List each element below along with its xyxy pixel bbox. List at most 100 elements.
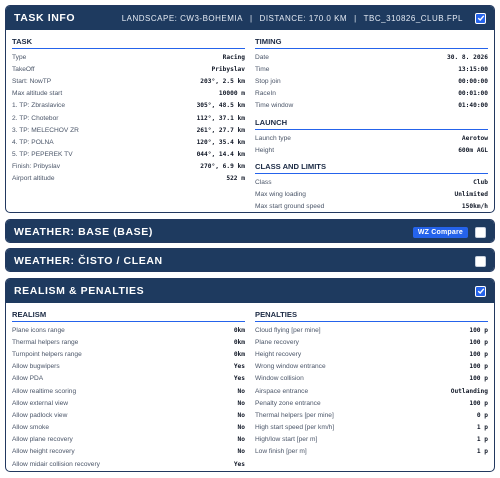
realism-row: Thermal helpers range 0km <box>12 336 245 348</box>
timing-section-title: TIMING <box>255 34 488 49</box>
class-row: Max start ground speed 150km/h <box>255 201 488 212</box>
realism-row: Allow plane recovery No <box>12 434 245 446</box>
row-label: Max altitude start <box>12 90 63 98</box>
realism-row: Allow external view No <box>12 397 245 409</box>
row-label: Allow realtime scoring <box>12 387 77 395</box>
row-label: 4. TP: POLNA <box>12 138 54 146</box>
task-info-body: TASK Type Racing TakeOff Pribyslav Start: … <box>6 30 494 212</box>
row-value: 100 p <box>469 338 488 346</box>
row-label: 3. TP: MELECHOV ZR <box>12 126 79 134</box>
row-value: Club <box>473 178 488 186</box>
row-value: 100 p <box>469 399 488 407</box>
task-info-meta: LANDSCAPE: CW3-BOHEMIA | DISTANCE: 170.0 K… <box>75 14 475 23</box>
realism-penalties-checkbox[interactable] <box>475 285 486 297</box>
realism-row: Turnpoint helpers range 0km <box>12 348 245 360</box>
task-row: 1. TP: Zbraslavice 305°, 48.5 km <box>12 100 245 112</box>
row-value: 100 p <box>469 375 488 383</box>
timing-column: TIMING Date 30. 8. 2026 Time 13:15:00 Stop… <box>255 34 488 212</box>
row-label: Start: NowTP <box>12 77 52 85</box>
row-label: Stop join <box>255 77 281 85</box>
realism-row: Allow height recovery No <box>12 446 245 458</box>
realism-penalties-body: REALISM Plane icons range 0km Thermal hel… <box>6 303 494 470</box>
row-value: Racing <box>222 53 245 61</box>
row-label: Wrong window entrance <box>255 363 326 371</box>
row-value: 1 p <box>476 424 488 432</box>
task-file-label: TBC_310826_CLUB.FPL <box>363 13 463 23</box>
realism-row: Allow PDA Yes <box>12 373 245 385</box>
row-label: Window collision <box>255 375 304 383</box>
row-value: Outlanding <box>450 387 488 395</box>
row-value: 0 p <box>476 411 488 419</box>
launch-section-title: LAUNCH <box>255 115 488 130</box>
task-row: Finish: Pribyslav 270°, 6.9 km <box>12 161 245 173</box>
meta-separator: | <box>249 13 253 23</box>
row-value: 120°, 35.4 km <box>196 138 245 146</box>
task-row: Start: NowTP 203°, 2.5 km <box>12 75 245 87</box>
penalties-column: PENALTIES Cloud flying [per mine] 100 p P… <box>255 307 488 470</box>
task-info-title: TASK INFO <box>14 12 76 24</box>
row-label: Finish: Pribyslav <box>12 163 61 171</box>
row-value: 261°, 27.7 km <box>196 126 245 134</box>
row-label: Max start ground speed <box>255 203 325 211</box>
row-label: 5. TP: PEPEREK TV <box>12 151 73 159</box>
penalty-row: Penalty zone entrance 100 p <box>255 397 488 409</box>
penalty-row: Wrong window entrance 100 p <box>255 361 488 373</box>
row-value: 0km <box>233 326 245 334</box>
task-info-checkbox[interactable] <box>475 12 486 24</box>
weather-clean-header[interactable]: WEATHER: ČISTO / CLEAN <box>6 249 494 271</box>
row-value: No <box>237 448 245 456</box>
task-column: TASK Type Racing TakeOff Pribyslav Start: … <box>12 34 245 212</box>
row-value: Yes <box>233 460 245 468</box>
penalty-row: Low finish [per m] 1 p <box>255 446 488 458</box>
row-value: 00:00:00 <box>458 77 488 85</box>
class-row: Max wing loading Unlimited <box>255 189 488 201</box>
row-label: Time <box>255 65 270 73</box>
row-label: High start speed [per km/h] <box>255 424 335 432</box>
task-row: 2. TP: Chotebor 112°, 37.1 km <box>12 112 245 124</box>
row-label: Max wing loading <box>255 191 306 199</box>
row-value: 270°, 6.9 km <box>200 163 245 171</box>
row-label: Thermal helpers range <box>12 338 79 346</box>
wz-compare-button[interactable]: WZ Compare <box>412 226 468 238</box>
row-value: No <box>237 424 245 432</box>
row-label: Allow padlock view <box>12 411 68 419</box>
row-label: 1. TP: Zbraslavice <box>12 102 66 110</box>
checkmark-icon <box>477 288 484 295</box>
weather-base-checkbox[interactable] <box>475 226 486 238</box>
penalty-row: Cloud flying [per mine] 100 p <box>255 324 488 336</box>
weather-base-title: WEATHER: BASE (BASE) <box>14 226 153 238</box>
realism-penalties-title: REALISM & PENALTIES <box>14 285 145 297</box>
row-label: Thermal helpers [per mine] <box>255 411 334 419</box>
row-label: Airspace entrance <box>255 387 309 395</box>
row-label: Plane recovery <box>255 338 299 346</box>
row-value: 01:40:00 <box>458 102 488 110</box>
task-row: Airport altitude 522 m <box>12 173 245 185</box>
row-value: 100 p <box>469 326 488 334</box>
row-label: RaceIn <box>255 90 276 98</box>
row-value: Yes <box>233 363 245 371</box>
row-label: Allow midair collision recovery <box>12 460 100 468</box>
task-rows: Type Racing TakeOff Pribyslav Start: NowTP… <box>12 51 245 185</box>
task-info-header[interactable]: TASK INFO LANDSCAPE: CW3-BOHEMIA | DISTANC… <box>6 6 494 30</box>
launch-row: Height 600m AGL <box>255 144 488 156</box>
row-value: 30. 8. 2026 <box>447 53 488 61</box>
row-label: Penalty zone entrance <box>255 399 321 407</box>
row-value: Aerotow <box>461 134 488 142</box>
checkmark-icon <box>477 15 484 22</box>
weather-base-header[interactable]: WEATHER: BASE (BASE) WZ Compare <box>6 220 494 242</box>
timing-row: RaceIn 00:01:00 <box>255 88 488 100</box>
row-value: No <box>237 399 245 407</box>
task-row: 3. TP: MELECHOV ZR 261°, 27.7 km <box>12 124 245 136</box>
penalties-section-title: PENALTIES <box>255 307 488 322</box>
realism-penalties-header[interactable]: REALISM & PENALTIES <box>6 279 494 303</box>
realism-row: Allow midair collision recovery Yes <box>12 458 245 470</box>
row-value: 305°, 48.5 km <box>196 102 245 110</box>
weather-clean-checkbox[interactable] <box>475 255 486 267</box>
realism-row: Allow bugwipers Yes <box>12 361 245 373</box>
realism-penalties-panel: REALISM & PENALTIES REALISM Plane icons … <box>5 278 495 472</box>
row-label: Class <box>255 178 272 186</box>
row-value: 044°, 14.4 km <box>196 151 245 159</box>
penalty-row: High start speed [per km/h] 1 p <box>255 422 488 434</box>
row-value: 150km/h <box>461 203 488 211</box>
row-label: Airport altitude <box>12 175 55 183</box>
